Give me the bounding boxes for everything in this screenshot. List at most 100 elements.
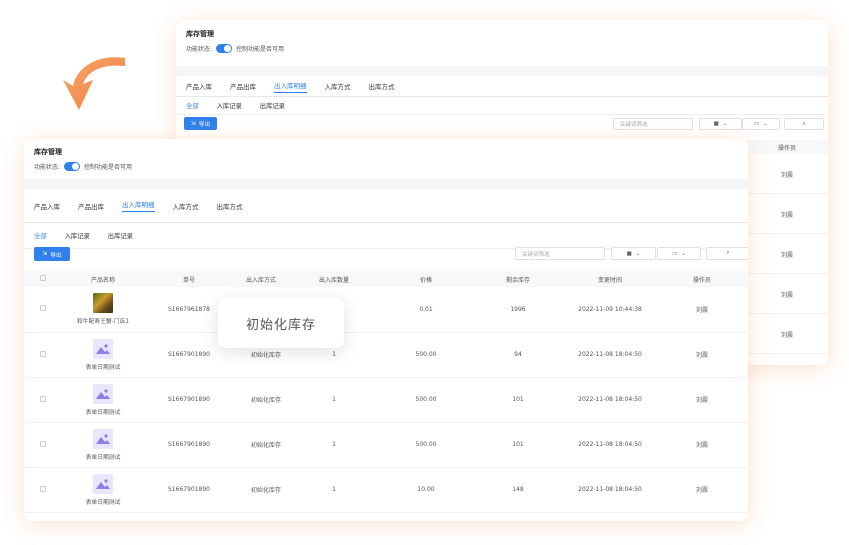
- main-tabs: 产品入库 产品出库 出入库明细 入库方式 出库方式: [24, 189, 748, 223]
- tab-in-method[interactable]: 入库方式: [325, 81, 351, 91]
- function-status-row: 功能状态: 控制功能是否可用: [34, 162, 738, 171]
- chevron-down-icon: ⌄: [635, 250, 641, 257]
- table-row[interactable]: 表单日期测试 S1667901890 初始化库存 1 500.00 94 202…: [24, 332, 748, 378]
- method: 初始化库存: [234, 467, 288, 513]
- function-status-desc: 控制功能是否可用: [236, 46, 285, 53]
- operator: 刘震: [656, 287, 748, 333]
- table-row[interactable]: 表单日期测试 S1667901890 初始化库存 1 500.00 101 20…: [24, 377, 748, 423]
- tab-in-out-detail[interactable]: 出入库明细: [274, 80, 307, 93]
- subtab-out-records[interactable]: 出库记录: [108, 231, 133, 240]
- subtab-in-records[interactable]: 入库记录: [65, 231, 90, 240]
- select-all-checkbox[interactable]: [40, 275, 46, 281]
- product-name: 和牛配寿王蟹-门店1: [76, 319, 130, 326]
- tab-product-in[interactable]: 产品入库: [186, 81, 212, 91]
- product-name: 表单日期测试: [85, 409, 121, 416]
- grid-icon: ■: [713, 121, 719, 127]
- folder-icon: ▭: [672, 250, 678, 257]
- change-time: 2022-11-09 10:44:38: [564, 287, 656, 333]
- sub-tabs: 全部 入库记录 出库记录: [24, 223, 748, 249]
- row-checkbox[interactable]: [40, 395, 46, 402]
- order-no: S1667901890: [144, 467, 234, 513]
- table-row[interactable]: 表单日期测试 S1667901890 初始化库存 1 500.00 101 20…: [24, 422, 748, 468]
- search-input[interactable]: 关键词筛选: [613, 118, 693, 130]
- stock: 101: [472, 422, 564, 468]
- col-operator: 操作员: [656, 271, 748, 287]
- tab-in-out-detail[interactable]: 出入库明细: [122, 199, 155, 212]
- search-icon: ⌕: [802, 120, 806, 127]
- stock: 148: [472, 467, 564, 513]
- subtab-in-records[interactable]: 入库记录: [217, 101, 242, 110]
- folder-select[interactable]: ▭ ⌄: [742, 118, 780, 130]
- image-placeholder-icon: [93, 473, 113, 494]
- export-icon: ⇲: [190, 120, 196, 127]
- main-tabs: 产品入库 产品出库 出入库明细 入库方式 出库方式: [176, 76, 828, 97]
- export-button[interactable]: ⇲ 导出: [184, 117, 217, 130]
- function-status-label: 功能状态:: [34, 164, 61, 171]
- function-toggle[interactable]: [64, 162, 81, 171]
- search-input[interactable]: 关键词筛选: [515, 247, 605, 260]
- table-row[interactable]: 和牛配寿王蟹-门店1 S1667961878 0 0.01 1996 2022-…: [24, 287, 748, 333]
- tab-out-method[interactable]: 出库方式: [217, 201, 243, 211]
- inventory-table: 产品名称 单号 出入库方式 出入库数量 价格 剩余库存 变更时间 操作员 和牛配…: [24, 271, 748, 513]
- page-title: 库存管理: [186, 30, 214, 38]
- folder-select[interactable]: ▭ ⌄: [657, 247, 701, 260]
- view-mode-select[interactable]: ■ ⌄: [611, 247, 656, 260]
- price: 500.00: [380, 377, 472, 423]
- image-placeholder-icon: [93, 383, 113, 404]
- price: 0.01: [380, 287, 472, 333]
- col-order-no: 单号: [144, 271, 234, 287]
- stock: 1996: [472, 287, 564, 333]
- row-checkbox[interactable]: [40, 350, 46, 357]
- subtab-all[interactable]: 全部: [186, 101, 199, 110]
- col-time: 变更时间: [564, 271, 656, 287]
- change-time: 2022-11-08 18:04:50: [564, 377, 656, 423]
- page-title: 库存管理: [34, 148, 62, 156]
- subtab-out-records[interactable]: 出库记录: [260, 101, 285, 110]
- col-price: 价格: [380, 271, 472, 287]
- tab-product-out[interactable]: 产品出库: [230, 81, 256, 91]
- chevron-down-icon: ⌄: [722, 121, 728, 127]
- view-mode-select[interactable]: ■ ⌄: [699, 118, 742, 130]
- chevron-down-icon: ⌄: [763, 121, 768, 127]
- tab-out-method[interactable]: 出库方式: [369, 81, 395, 91]
- search-icon: ⌕: [726, 250, 730, 256]
- subtab-all[interactable]: 全部: [34, 231, 47, 240]
- col-quantity: 出入库数量: [288, 271, 380, 287]
- tab-in-method[interactable]: 入库方式: [173, 201, 199, 211]
- export-button[interactable]: ⇲ 导出: [34, 247, 70, 261]
- operator: 刘震: [656, 422, 748, 468]
- change-time: 2022-11-08 18:04:50: [564, 332, 656, 378]
- quantity: 1: [288, 467, 380, 513]
- change-time: 2022-11-08 18:04:50: [564, 467, 656, 513]
- method: 初始化库存: [234, 377, 288, 423]
- price: 10.00: [380, 467, 472, 513]
- row-checkbox[interactable]: [40, 305, 46, 312]
- method: 初始化库存: [234, 422, 288, 468]
- change-time: 2022-11-08 18:04:50: [564, 422, 656, 468]
- tab-product-out[interactable]: 产品出库: [78, 201, 104, 211]
- function-toggle[interactable]: [216, 44, 233, 53]
- operator: 刘震: [656, 467, 748, 513]
- price: 500.00: [380, 422, 472, 468]
- table-row[interactable]: 表单日期测试 S1667901890 初始化库存 1 10.00 148 202…: [24, 467, 748, 513]
- function-status-row: 功能状态: 控制功能是否可用: [186, 44, 818, 53]
- stock: 101: [472, 377, 564, 423]
- row-checkbox[interactable]: [40, 440, 46, 447]
- select-all-cell: [24, 271, 62, 287]
- chevron-down-icon: ⌄: [681, 250, 686, 257]
- product-name: 表单日期测试: [85, 364, 121, 371]
- divider-band: [24, 179, 748, 189]
- search-button[interactable]: ⌕: [706, 247, 748, 260]
- row-checkbox[interactable]: [40, 485, 46, 492]
- operator: 刘震: [656, 332, 748, 378]
- curved-arrow-icon: [63, 57, 125, 110]
- image-placeholder-icon: [93, 428, 113, 449]
- table-header-row: 产品名称 单号 出入库方式 出入库数量 价格 剩余库存 变更时间 操作员: [24, 271, 748, 287]
- tab-product-in[interactable]: 产品入库: [34, 201, 60, 211]
- col-method: 出入库方式: [234, 271, 288, 287]
- grid-icon: ■: [626, 250, 632, 257]
- method-highlight-tag: 初始化库存: [218, 298, 344, 348]
- col-product-name: 产品名称: [62, 271, 144, 287]
- search-button[interactable]: ⌕: [784, 118, 824, 130]
- export-icon: ⇲: [42, 251, 48, 257]
